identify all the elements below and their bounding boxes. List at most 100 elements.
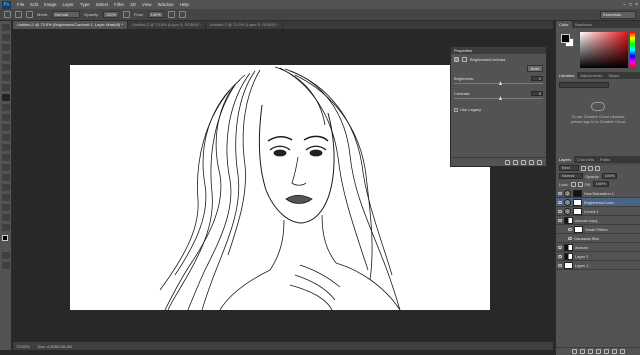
mask-thumbnail[interactable] (573, 198, 582, 206)
rectangle-tool-icon[interactable] (1, 194, 10, 201)
eraser-tool-icon[interactable] (1, 124, 10, 131)
pressure-size-icon[interactable] (178, 11, 186, 18)
eyedropper-tool-icon[interactable] (1, 74, 10, 81)
eye-icon[interactable] (568, 236, 572, 240)
layer-opacity-input[interactable]: 100% (601, 173, 618, 179)
eye-icon[interactable] (558, 191, 562, 195)
delete-icon[interactable] (537, 159, 542, 165)
tab-document-1[interactable]: Untitled-1 @ 73.5% (Brightness/Contrast … (13, 21, 128, 29)
airbrush-icon[interactable] (167, 11, 175, 18)
path-selection-tool-icon[interactable] (1, 184, 10, 191)
eye-icon[interactable] (558, 254, 562, 258)
quick-select-tool-icon[interactable] (1, 54, 10, 61)
healing-brush-tool-icon[interactable] (1, 84, 10, 91)
layer-row-levels[interactable]: Levels 1 (556, 207, 640, 216)
blur-tool-icon[interactable] (1, 144, 10, 151)
maximize-button[interactable]: □ (629, 2, 632, 8)
menu-edit[interactable]: Edit (27, 2, 41, 7)
menu-view[interactable]: View (139, 2, 155, 7)
reset-icon[interactable] (521, 159, 526, 165)
hand-tool-icon[interactable] (1, 204, 10, 211)
filter-mask-thumbnail[interactable] (574, 225, 583, 233)
contrast-slider[interactable] (454, 96, 543, 100)
eye-icon[interactable] (558, 218, 562, 222)
minimize-button[interactable]: – (623, 2, 626, 8)
clip-to-layer-icon[interactable] (505, 159, 510, 165)
layer-row-woman[interactable]: woman (556, 243, 640, 252)
quick-mask-icon[interactable] (1, 252, 10, 259)
workspace-select[interactable]: Essentials (600, 11, 636, 19)
mask-thumbnail[interactable] (573, 207, 582, 215)
document-canvas[interactable] (70, 65, 490, 310)
tab-color[interactable]: Color (556, 21, 572, 28)
layer-row-gaussian-blur[interactable]: Gaussian Blur (556, 234, 640, 243)
crop-tool-icon[interactable] (1, 64, 10, 71)
foreground-color-swatch[interactable] (2, 235, 8, 241)
lock-position-icon[interactable] (577, 181, 583, 187)
eye-icon[interactable] (558, 209, 562, 213)
layer-row-smart-filters[interactable]: Smart Filters (556, 225, 640, 234)
mode-select[interactable]: Normal (52, 11, 81, 18)
brush-tool-icon[interactable] (4, 11, 11, 18)
pressure-opacity-icon[interactable] (123, 11, 131, 18)
use-legacy-checkbox[interactable] (454, 107, 458, 112)
layer-filter-kind[interactable]: Kind (559, 165, 579, 171)
filter-pixel-icon[interactable] (581, 165, 586, 171)
tab-layers[interactable]: Layers (556, 156, 575, 163)
fill-input[interactable]: 100% (592, 181, 609, 187)
menu-3d[interactable]: 3D (127, 2, 139, 7)
dodge-tool-icon[interactable] (1, 154, 10, 161)
pen-tool-icon[interactable] (1, 164, 10, 171)
visibility-icon[interactable] (529, 159, 534, 165)
menu-layer[interactable]: Layer (60, 2, 77, 7)
brightness-slider[interactable] (454, 81, 543, 85)
eye-icon[interactable] (558, 245, 562, 249)
filter-adjustment-icon[interactable] (588, 165, 593, 171)
filter-type-icon[interactable] (595, 165, 600, 171)
layer-row-brightness-contrast[interactable]: Brightness/Contr... (556, 198, 640, 207)
brush-panel-icon[interactable] (26, 11, 33, 18)
contrast-input[interactable]: 0 (531, 91, 543, 96)
mask-thumbnail[interactable] (573, 189, 582, 197)
eye-icon[interactable] (558, 200, 562, 204)
flow-input[interactable]: 100% (147, 11, 164, 18)
foreground-color-swatch[interactable] (561, 34, 570, 43)
history-brush-tool-icon[interactable] (1, 114, 10, 121)
library-select[interactable] (559, 82, 609, 88)
tab-libraries[interactable]: Libraries (556, 72, 578, 79)
tab-styles[interactable]: Styles (605, 72, 622, 79)
layer-row-woman-copy[interactable]: woman copy (556, 216, 640, 225)
menu-select[interactable]: Select (93, 2, 112, 7)
clone-stamp-tool-icon[interactable] (1, 104, 10, 111)
contrast-slider-thumb[interactable] (499, 96, 502, 100)
color-picker-field[interactable] (580, 32, 628, 68)
type-tool-icon[interactable] (1, 174, 10, 181)
zoom-level[interactable]: 73.53% (16, 344, 30, 349)
lasso-tool-icon[interactable] (1, 44, 10, 51)
menu-window[interactable]: Window (155, 2, 177, 7)
blend-mode-select[interactable]: Normal (559, 173, 583, 179)
auto-button[interactable]: Auto (526, 65, 543, 72)
eye-icon[interactable] (558, 263, 562, 267)
tab-document-3[interactable]: Untitled-3 @ 73.5% (Layer 5, RGB/8) * (206, 21, 284, 29)
menu-file[interactable]: File (14, 2, 27, 7)
brush-preset-icon[interactable] (15, 11, 22, 18)
mask-icon[interactable] (462, 57, 467, 62)
view-previous-icon[interactable] (513, 159, 518, 165)
marquee-tool-icon[interactable] (1, 34, 10, 41)
tab-paths[interactable]: Paths (597, 156, 613, 163)
color-swatches[interactable] (0, 235, 11, 249)
opacity-input[interactable]: 100% (102, 11, 120, 18)
layer-row-layer-2[interactable]: Layer 2 (556, 252, 640, 261)
zoom-tool-icon[interactable] (1, 214, 10, 221)
close-button[interactable]: × (635, 2, 638, 8)
tab-adjustments[interactable]: Adjustments (577, 72, 605, 79)
menu-image[interactable]: Image (41, 2, 60, 7)
lock-pixels-icon[interactable] (570, 181, 576, 187)
gradient-tool-icon[interactable] (1, 134, 10, 141)
brightness-slider-thumb[interactable] (499, 81, 502, 85)
layer-row-hue-saturation[interactable]: Hue/Saturation 1 (556, 189, 640, 198)
brush-tool-icon[interactable] (1, 94, 10, 101)
tab-channels[interactable]: Channels (574, 156, 597, 163)
more-tools-icon[interactable] (1, 224, 10, 231)
